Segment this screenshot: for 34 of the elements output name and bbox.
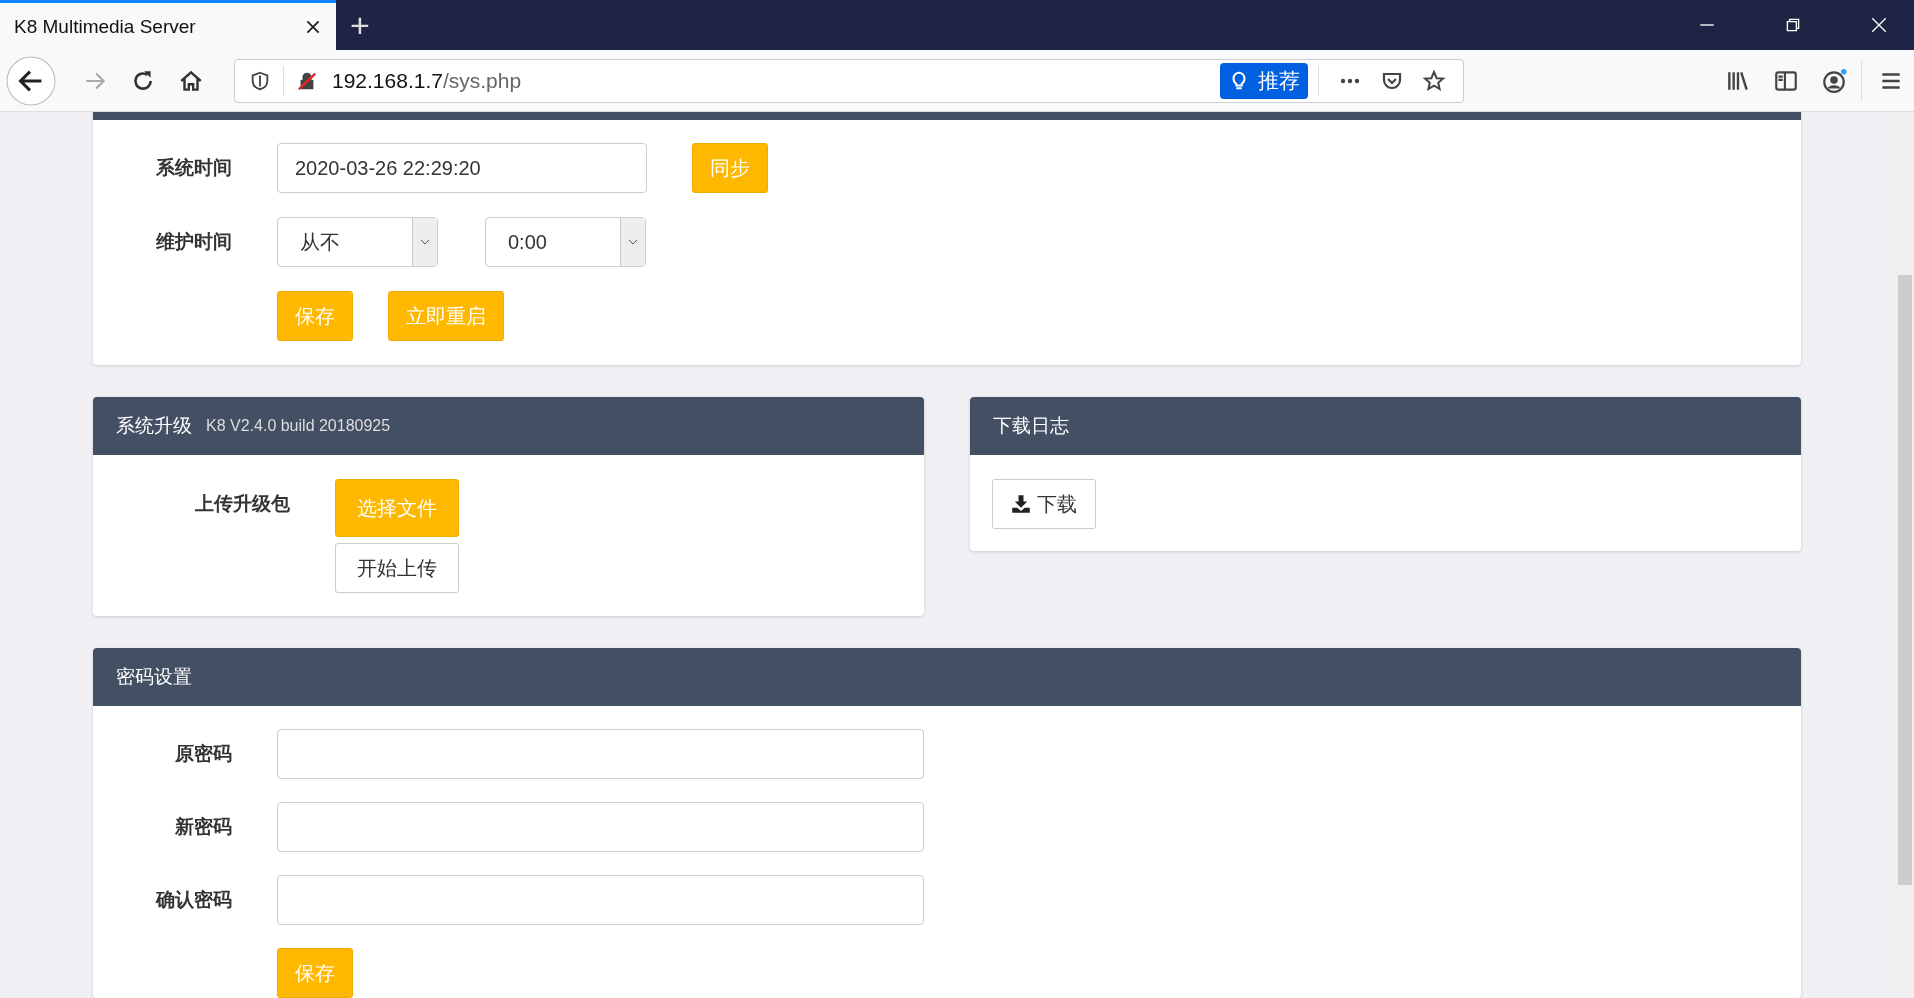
password-input[interactable] — [277, 729, 924, 780]
caret-icon — [628, 239, 638, 245]
hour-select[interactable]: 0:00 — [485, 217, 646, 267]
field-label: 系统时间 — [155, 156, 232, 180]
url-text: 192.168.1.7/sys.php — [332, 68, 523, 93]
download-button[interactable]: 下载 — [992, 479, 1096, 530]
browser-tab[interactable]: K8 Multimedia Server — [0, 0, 336, 50]
card-title: 密码设置 — [116, 665, 192, 690]
time-input[interactable]: 2020-03-26 22:29:20 — [277, 143, 647, 193]
address-bar[interactable]: 192.168.1.7/sys.php 推荐 — [234, 58, 1464, 103]
version-text: K8 V2.4.0 build 20180925 — [206, 417, 391, 436]
caret-icon — [420, 239, 430, 245]
field-label: 新密码 — [174, 815, 232, 840]
card-title: 下载日志 — [993, 414, 1069, 439]
day-select[interactable]: 从不 — [277, 217, 438, 267]
back-icon[interactable] — [6, 55, 56, 106]
field-label: 上传升级包 — [194, 492, 290, 517]
field-label: 维护时间 — [155, 230, 232, 254]
new-tab-button[interactable]: + — [350, 8, 370, 42]
card-title: 系统升级 — [116, 414, 192, 439]
field-label: 原密码 — [174, 742, 232, 767]
password-input[interactable] — [277, 802, 924, 853]
recommend-button[interactable]: 推荐 — [1220, 62, 1308, 99]
scrollbar[interactable] — [1896, 112, 1914, 998]
close-icon[interactable] — [1870, 16, 1888, 34]
password-input[interactable] — [277, 875, 924, 926]
account-icon[interactable] — [1821, 67, 1847, 94]
tab-title: K8 Multimedia Server — [14, 15, 196, 38]
shield-icon — [249, 69, 271, 92]
field-label: 确认密码 — [154, 888, 232, 913]
restore-icon[interactable] — [1784, 16, 1802, 34]
star-icon[interactable] — [1422, 68, 1446, 93]
download-icon — [1011, 494, 1031, 515]
upload-button[interactable]: 开始上传 — [335, 543, 459, 594]
